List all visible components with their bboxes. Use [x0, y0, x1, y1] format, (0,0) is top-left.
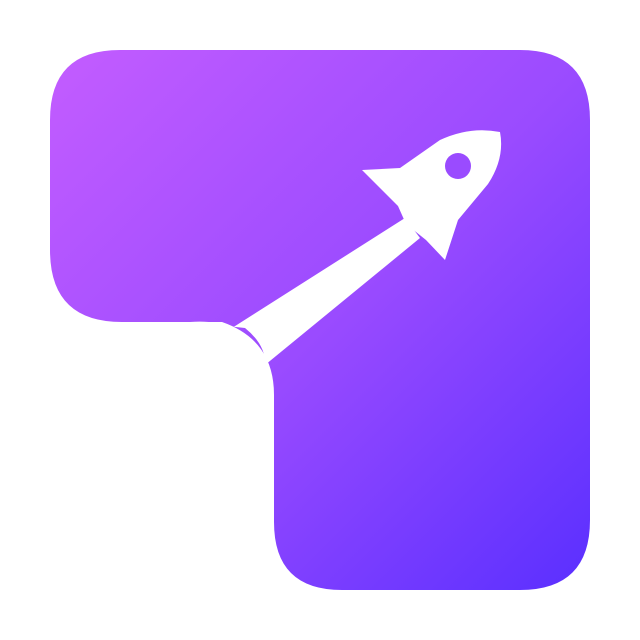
logo-tile-background: [50, 50, 590, 590]
logo-canvas: [0, 0, 640, 640]
rocket-logo-icon: [50, 50, 590, 590]
rocket-window-icon: [445, 153, 471, 179]
